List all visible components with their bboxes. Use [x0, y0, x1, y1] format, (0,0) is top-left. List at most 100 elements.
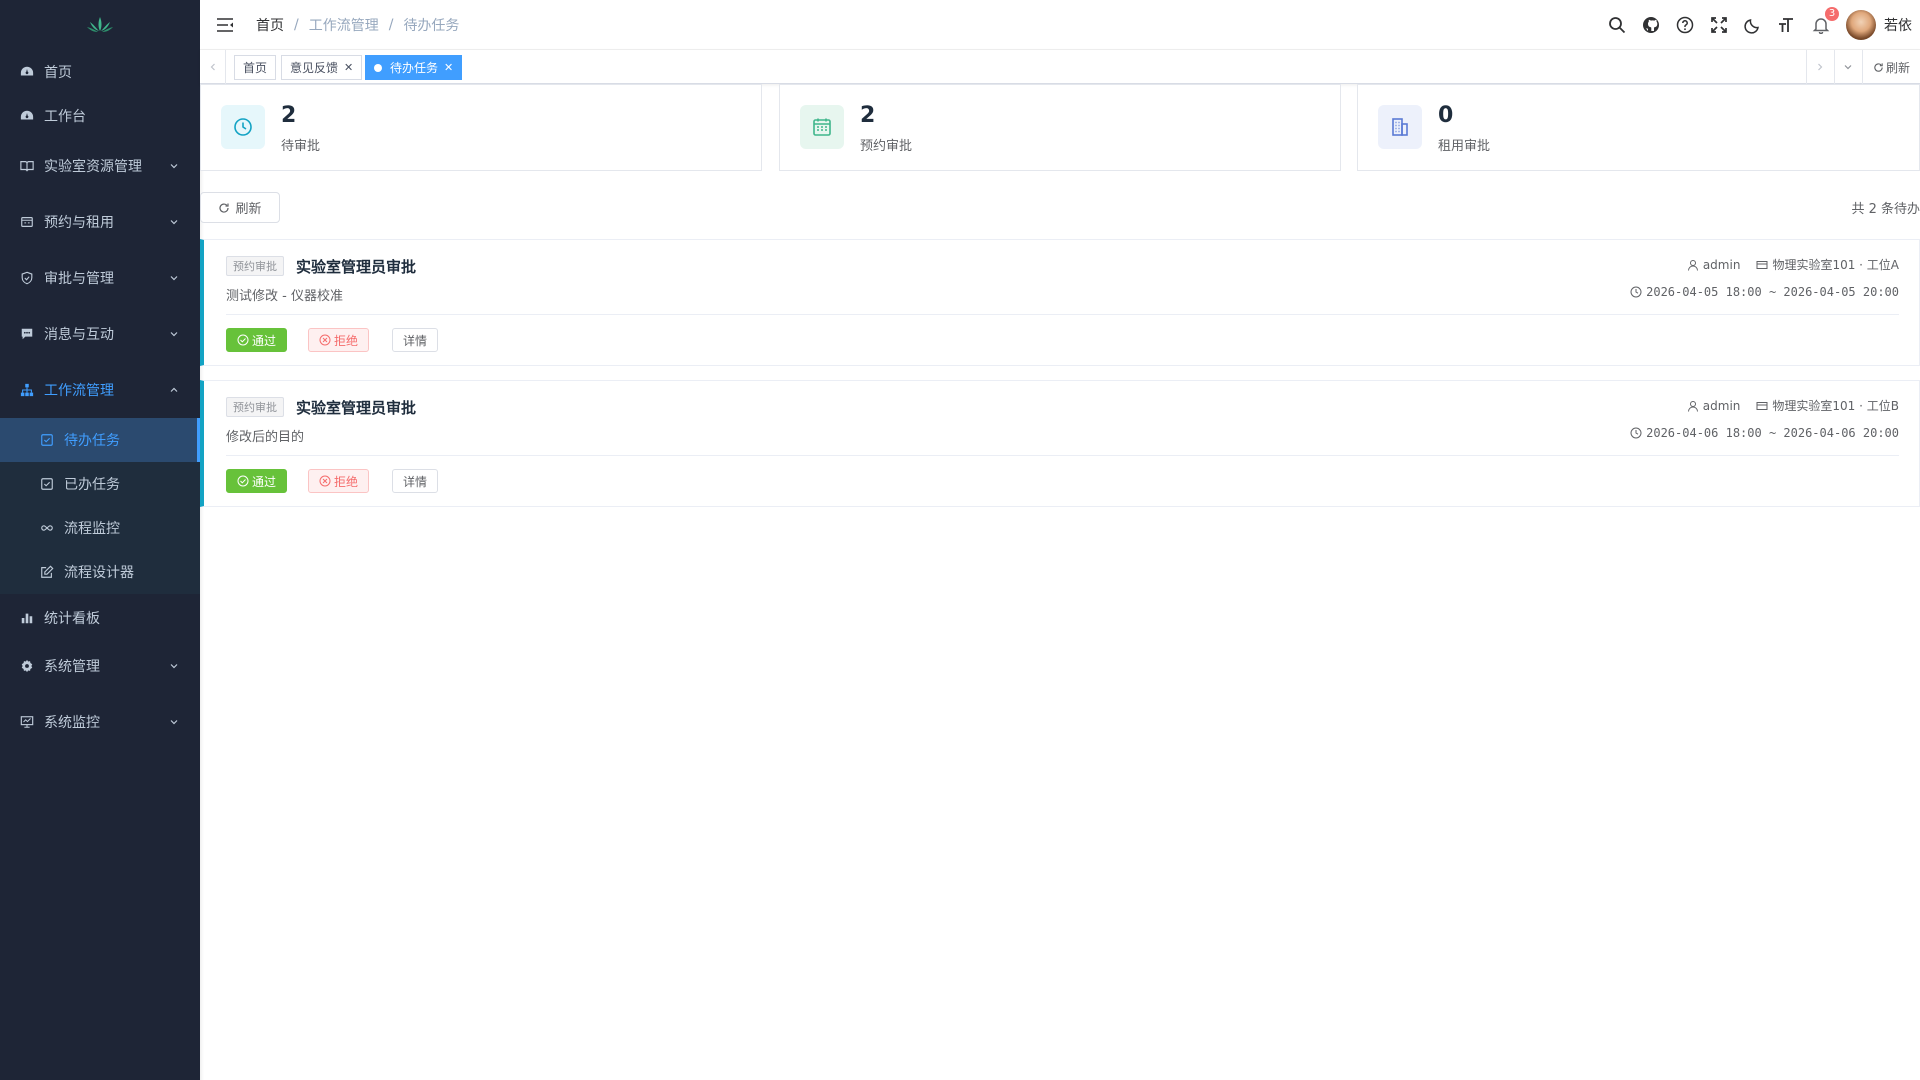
- sidebar-item-home[interactable]: 首页: [0, 54, 200, 90]
- tag-label: 待办任务: [390, 61, 439, 75]
- clock-icon: [221, 105, 265, 149]
- divider: [226, 314, 1899, 315]
- tags-refresh-button[interactable]: 刷新: [1861, 50, 1920, 84]
- tag-todo-tasks[interactable]: 待办任务 ✕: [365, 55, 463, 80]
- building-icon: [1378, 105, 1422, 149]
- avatar[interactable]: [1846, 10, 1876, 40]
- sidebar-item-label: 工作台: [44, 109, 86, 125]
- sidebar-item-system-monitor[interactable]: 系统监控: [0, 702, 200, 742]
- logo: [0, 0, 200, 48]
- chevron-down-icon: [170, 332, 178, 337]
- total-count: 共 2 条待办: [1851, 202, 1920, 217]
- sidebar-item-label: 消息与互动: [44, 327, 114, 343]
- stat-label: 待审批: [281, 139, 321, 154]
- bell-icon[interactable]: 3: [1811, 7, 1839, 35]
- sidebar-item-lab-resources[interactable]: 实验室资源管理: [0, 146, 200, 186]
- notification-badge: 3: [1825, 7, 1839, 21]
- clock-icon: [1630, 427, 1642, 439]
- check-circle-icon: [237, 334, 249, 346]
- sidebar-item-process-designer[interactable]: 流程设计器: [0, 550, 200, 594]
- shield-check-icon: [20, 271, 34, 285]
- github-icon[interactable]: [1641, 15, 1661, 35]
- task-user-name: admin: [1702, 257, 1741, 272]
- refresh-button[interactable]: 刷新: [200, 192, 280, 223]
- dashboard-icon: [20, 109, 34, 123]
- breadcrumb-item-home[interactable]: 首页: [256, 15, 284, 35]
- tags-scroll-left-icon[interactable]: [200, 50, 226, 84]
- calendar-icon: [800, 105, 844, 149]
- moon-icon[interactable]: [1743, 15, 1763, 35]
- task-type-tag: 预约审批: [226, 256, 284, 276]
- approve-button[interactable]: 通过: [226, 328, 288, 352]
- reject-label: 拒绝: [334, 333, 359, 348]
- chevron-up-icon: [170, 387, 178, 392]
- lab-icon: [1756, 401, 1768, 410]
- sidebar-item-todo-tasks[interactable]: 待办任务: [0, 418, 200, 462]
- sidebar-item-reservation[interactable]: 预约与租用: [0, 202, 200, 242]
- task-meta: admin 物理实验室101 · 工位A: [1671, 256, 1899, 273]
- sidebar-item-messages[interactable]: 消息与互动: [0, 314, 200, 354]
- sidebar-item-label: 流程设计器: [64, 565, 134, 581]
- checkbox-icon: [40, 433, 54, 447]
- task-type-tag: 预约审批: [226, 397, 284, 417]
- lab-icon: [1756, 260, 1768, 269]
- tree-icon: [20, 383, 34, 397]
- detail-button[interactable]: 详情: [392, 469, 439, 493]
- stat-value: 2: [860, 103, 876, 128]
- task-user: admin: [1687, 257, 1741, 272]
- tags-dropdown-icon[interactable]: [1833, 50, 1862, 84]
- sidebar-item-workflow[interactable]: 工作流管理: [0, 370, 200, 410]
- task-description: 测试修改 - 仪器校准: [226, 289, 343, 304]
- tag-feedback[interactable]: 意见反馈 ✕: [281, 55, 363, 80]
- stat-value: 0: [1438, 103, 1454, 128]
- infinity-icon: [40, 521, 54, 535]
- sidebar-item-label: 审批与管理: [44, 271, 114, 287]
- right-menu: 3 若依: [1600, 0, 1912, 50]
- task-title: 实验室管理员审批: [296, 399, 417, 417]
- sidebar-item-label: 系统管理: [44, 659, 100, 675]
- task-user-name: admin: [1702, 398, 1741, 413]
- close-icon[interactable]: ✕: [444, 61, 453, 74]
- chevron-down-icon: [170, 220, 178, 225]
- sidebar-item-label: 实验室资源管理: [44, 159, 142, 175]
- font-size-icon[interactable]: [1777, 15, 1797, 35]
- detail-button[interactable]: 详情: [392, 328, 439, 352]
- reject-button[interactable]: 拒绝: [308, 328, 370, 352]
- help-icon[interactable]: [1675, 15, 1695, 35]
- close-circle-icon: [319, 475, 331, 487]
- refresh-icon: [1874, 62, 1883, 72]
- breadcrumb-item-current: 待办任务: [403, 17, 460, 34]
- reject-label: 拒绝: [334, 474, 359, 489]
- sidebar-item-label: 工作流管理: [44, 383, 114, 399]
- approve-button[interactable]: 通过: [226, 469, 288, 493]
- task-time: 2026-04-05 18:00 ~ 2026-04-05 20:00: [1630, 285, 1899, 299]
- sidebar-item-process-monitor[interactable]: 流程监控: [0, 506, 200, 550]
- approve-label: 通过: [252, 333, 277, 348]
- sidebar-item-workbench[interactable]: 工作台: [0, 98, 200, 134]
- tags-scroll-right-icon[interactable]: [1805, 50, 1834, 84]
- task-user: admin: [1687, 398, 1741, 413]
- tag-home[interactable]: 首页: [234, 55, 277, 80]
- sidebar-item-system-management[interactable]: 系统管理: [0, 646, 200, 686]
- close-icon[interactable]: ✕: [344, 61, 353, 74]
- chevron-down-icon: [170, 720, 178, 725]
- stat-label: 预约审批: [860, 139, 913, 154]
- breadcrumb-item-workflow: 工作流管理: [308, 17, 379, 34]
- sidebar-item-approval[interactable]: 审批与管理: [0, 258, 200, 298]
- book-icon: [20, 159, 34, 173]
- sidebar-item-label: 统计看板: [44, 611, 100, 627]
- sidebar-item-done-tasks[interactable]: 已办任务: [0, 462, 200, 506]
- refresh-icon: [219, 202, 230, 213]
- divider: [226, 455, 1899, 456]
- hamburger-icon[interactable]: [216, 16, 234, 34]
- task-time-range: 2026-04-05 18:00 ~ 2026-04-05 20:00: [1646, 285, 1899, 299]
- stat-label: 租用审批: [1438, 139, 1491, 154]
- task-time: 2026-04-06 18:00 ~ 2026-04-06 20:00: [1630, 426, 1899, 440]
- sidebar-item-statistics[interactable]: 统计看板: [0, 598, 200, 638]
- sidebar-item-label: 首页: [44, 65, 72, 81]
- search-icon[interactable]: [1607, 15, 1627, 35]
- username[interactable]: 若依: [1884, 15, 1912, 35]
- fullscreen-icon[interactable]: [1709, 15, 1729, 35]
- stat-card-rental: 0 租用审批: [1357, 84, 1920, 171]
- reject-button[interactable]: 拒绝: [308, 469, 370, 493]
